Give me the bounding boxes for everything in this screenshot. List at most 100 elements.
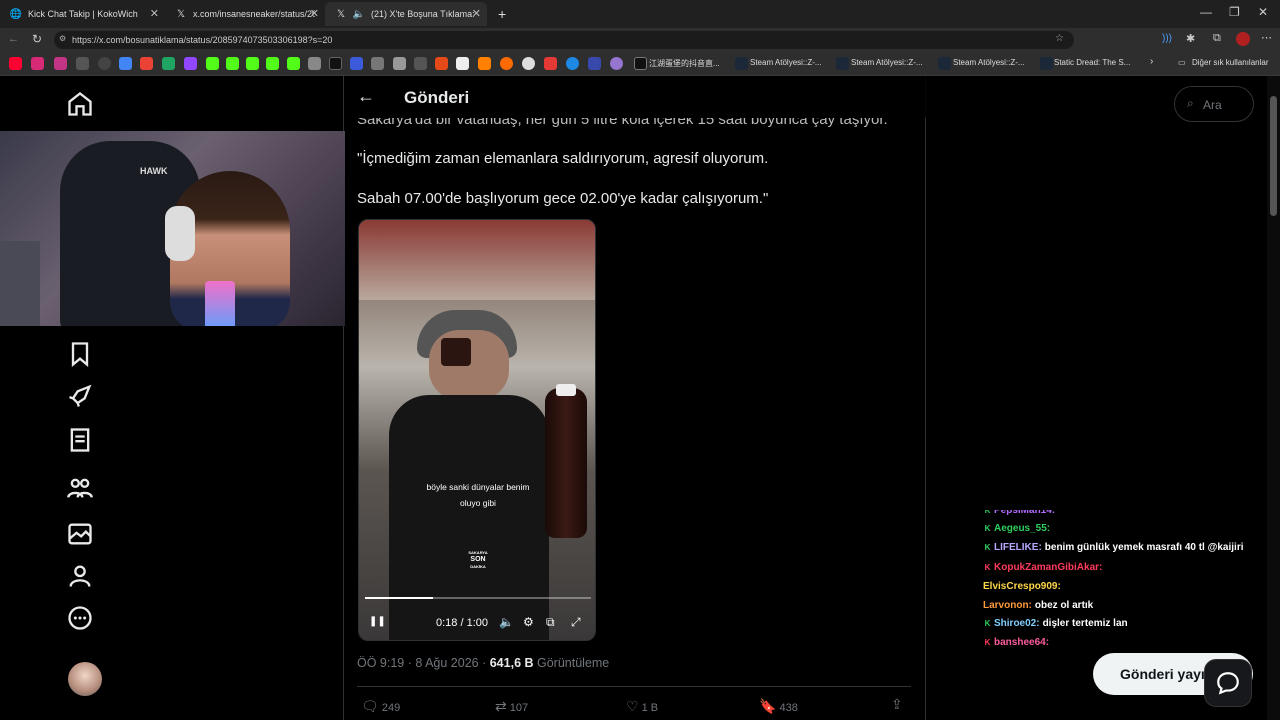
other-favorites[interactable]: Diğer sık kullanılanlar bbox=[1192, 58, 1268, 67]
chevron-right-icon[interactable]: › bbox=[1150, 56, 1153, 67]
bookmark-icon[interactable] bbox=[350, 57, 363, 70]
bookmark-label[interactable]: Steam Atölyesi::Z-... bbox=[750, 58, 822, 67]
scrollbar[interactable] bbox=[1267, 76, 1280, 720]
tab-title: x.com/insanesneaker/status/2087( bbox=[193, 9, 315, 19]
bookmark-icon[interactable] bbox=[588, 57, 601, 70]
bookmark-icon[interactable] bbox=[522, 57, 535, 70]
drive-icon[interactable] bbox=[162, 57, 175, 70]
bookmark-icon[interactable] bbox=[414, 57, 427, 70]
bookmark-icon[interactable] bbox=[66, 340, 94, 368]
close-tab-icon[interactable]: ✕ bbox=[472, 7, 481, 20]
collections-icon[interactable]: ⧉ bbox=[1213, 32, 1221, 45]
profile-icon[interactable] bbox=[66, 562, 94, 590]
close-window-icon[interactable]: ✕ bbox=[1258, 5, 1268, 19]
like-button[interactable]: ♡ 1 B bbox=[626, 698, 658, 715]
twitch-icon[interactable] bbox=[184, 57, 197, 70]
read-aloud-icon[interactable]: ))) bbox=[1162, 33, 1172, 44]
home-icon[interactable] bbox=[66, 90, 94, 118]
browser-tab-bar: 🌐 Kick Chat Takip | KokoWich ✕ 𝕏 x.com/i… bbox=[0, 0, 1280, 28]
communities-icon[interactable] bbox=[66, 474, 94, 502]
more-menu-icon[interactable]: ⋯ bbox=[1261, 31, 1272, 44]
video-time: 0:18 / 1:00 bbox=[436, 617, 488, 629]
youtube-icon[interactable] bbox=[9, 57, 22, 70]
kick-icon[interactable] bbox=[206, 57, 219, 70]
bookmark-label[interactable]: 江湖蛋堡的抖音直... bbox=[649, 58, 720, 69]
globe-icon[interactable] bbox=[98, 57, 111, 70]
gmail-icon[interactable] bbox=[140, 57, 153, 70]
rocket-icon[interactable] bbox=[66, 382, 94, 410]
new-tab-button[interactable]: + bbox=[488, 2, 510, 26]
bookmark-icon[interactable] bbox=[500, 57, 513, 70]
kick-icon[interactable] bbox=[266, 57, 279, 70]
site-info-icon[interactable]: ⚙ bbox=[59, 34, 66, 43]
chat-message: K KopukZamanGibiAkar: bbox=[983, 562, 1105, 573]
speaker-icon[interactable]: 🔈 bbox=[353, 8, 365, 20]
reddit-icon[interactable] bbox=[435, 57, 448, 70]
tab-x-bosunatiklama[interactable]: 𝕏 🔈 (21) X'te Boşuna Tıklama: "Sak ✕ bbox=[325, 2, 487, 26]
x-logo-icon: 𝕏 bbox=[336, 8, 346, 20]
more-circle-icon[interactable] bbox=[66, 604, 94, 632]
bookmark-label[interactable]: Steam Atölyesi::Z-... bbox=[953, 58, 1025, 67]
windows-icon[interactable] bbox=[119, 57, 132, 70]
video-player[interactable]: böyle sanki dünyalar benim oluyo gibi SA… bbox=[358, 219, 596, 641]
video-progress-track[interactable] bbox=[365, 597, 591, 599]
bookmark-icon[interactable] bbox=[371, 57, 384, 70]
watermark-logo: SAKARYA SON DAKİKA bbox=[468, 550, 488, 569]
chat-message: Larvonon: obez ol artık bbox=[983, 600, 1093, 611]
reply-button[interactable]: 🗨 249 bbox=[361, 698, 400, 715]
kick-icon[interactable] bbox=[246, 57, 259, 70]
bookmark-icon[interactable] bbox=[456, 57, 469, 70]
extensions-icon[interactable]: ✱ bbox=[1186, 32, 1195, 45]
search-input[interactable]: ⌕ Ara bbox=[1174, 86, 1254, 122]
bookmark-label[interactable]: Static Dread: The S... bbox=[1054, 58, 1130, 67]
folder-icon[interactable]: ▭ bbox=[1178, 58, 1186, 67]
back-arrow-icon[interactable]: ← bbox=[357, 86, 375, 107]
repost-button[interactable]: ⇄ 107 bbox=[495, 698, 528, 715]
instagram-icon[interactable] bbox=[54, 57, 67, 70]
kick-icon[interactable] bbox=[287, 57, 300, 70]
maximize-icon[interactable]: ❐ bbox=[1229, 5, 1240, 19]
user-avatar[interactable] bbox=[68, 662, 102, 696]
globe-icon[interactable] bbox=[76, 57, 89, 70]
bookmark-icon[interactable] bbox=[610, 57, 623, 70]
steam-icon[interactable] bbox=[1040, 57, 1053, 70]
instagram-icon[interactable] bbox=[31, 57, 44, 70]
video-caption: böyle sanki dünyalar benim bbox=[426, 482, 530, 492]
minimize-icon[interactable]: — bbox=[1200, 5, 1212, 19]
lists-icon[interactable] bbox=[66, 426, 94, 454]
bookmark-icon[interactable] bbox=[566, 57, 579, 70]
close-tab-icon[interactable]: ✕ bbox=[150, 7, 159, 20]
back-icon[interactable]: ← bbox=[8, 33, 19, 45]
tab-title: Kick Chat Takip | KokoWich bbox=[28, 9, 138, 19]
kick-icon[interactable] bbox=[226, 57, 239, 70]
messages-button[interactable] bbox=[1204, 659, 1252, 707]
x-logo-icon[interactable] bbox=[329, 57, 342, 70]
steam-icon[interactable] bbox=[938, 57, 951, 70]
settings-gear-icon[interactable]: ⚙ bbox=[523, 615, 534, 629]
steam-icon[interactable] bbox=[836, 57, 849, 70]
anchor-icon[interactable] bbox=[308, 57, 321, 70]
bookmark-icon[interactable] bbox=[544, 57, 557, 70]
bookmark-label[interactable]: Steam Atölyesi::Z-... bbox=[851, 58, 923, 67]
post-timestamp[interactable]: ÖÖ 9:19 · 8 Ağu 2026 · bbox=[357, 656, 490, 670]
tab-x-insanesneaker[interactable]: 𝕏 x.com/insanesneaker/status/2087( ✕ bbox=[165, 2, 325, 26]
profile-avatar[interactable] bbox=[1236, 32, 1250, 46]
bookmark-icon[interactable] bbox=[393, 57, 406, 70]
steam-icon[interactable] bbox=[735, 57, 748, 70]
tab-kick-chat[interactable]: 🌐 Kick Chat Takip | KokoWich ✕ bbox=[0, 2, 165, 26]
bookmark-button[interactable]: 🔖 438 bbox=[759, 698, 798, 715]
reload-icon[interactable]: ↻ bbox=[32, 32, 42, 46]
address-bar[interactable]: ⚙ https://x.com/bosunatiklama/status/208… bbox=[54, 31, 1074, 49]
pause-icon[interactable]: ❚❚ bbox=[369, 616, 386, 627]
close-tab-icon[interactable]: ✕ bbox=[310, 7, 319, 20]
tiktok-icon[interactable] bbox=[634, 57, 647, 70]
view-count: 641,6 B bbox=[489, 656, 534, 670]
media-icon[interactable] bbox=[66, 520, 94, 548]
fullscreen-icon[interactable]: ⤢ bbox=[571, 615, 581, 630]
volume-icon[interactable]: 🔈 bbox=[499, 615, 514, 629]
scrollbar-thumb[interactable] bbox=[1270, 96, 1277, 216]
favorite-star-icon[interactable]: ☆ bbox=[1055, 33, 1064, 44]
share-icon[interactable]: ⇪ bbox=[891, 696, 903, 713]
picture-in-picture-icon[interactable]: ⧉ bbox=[546, 615, 555, 630]
bookmark-icon[interactable] bbox=[478, 57, 491, 70]
